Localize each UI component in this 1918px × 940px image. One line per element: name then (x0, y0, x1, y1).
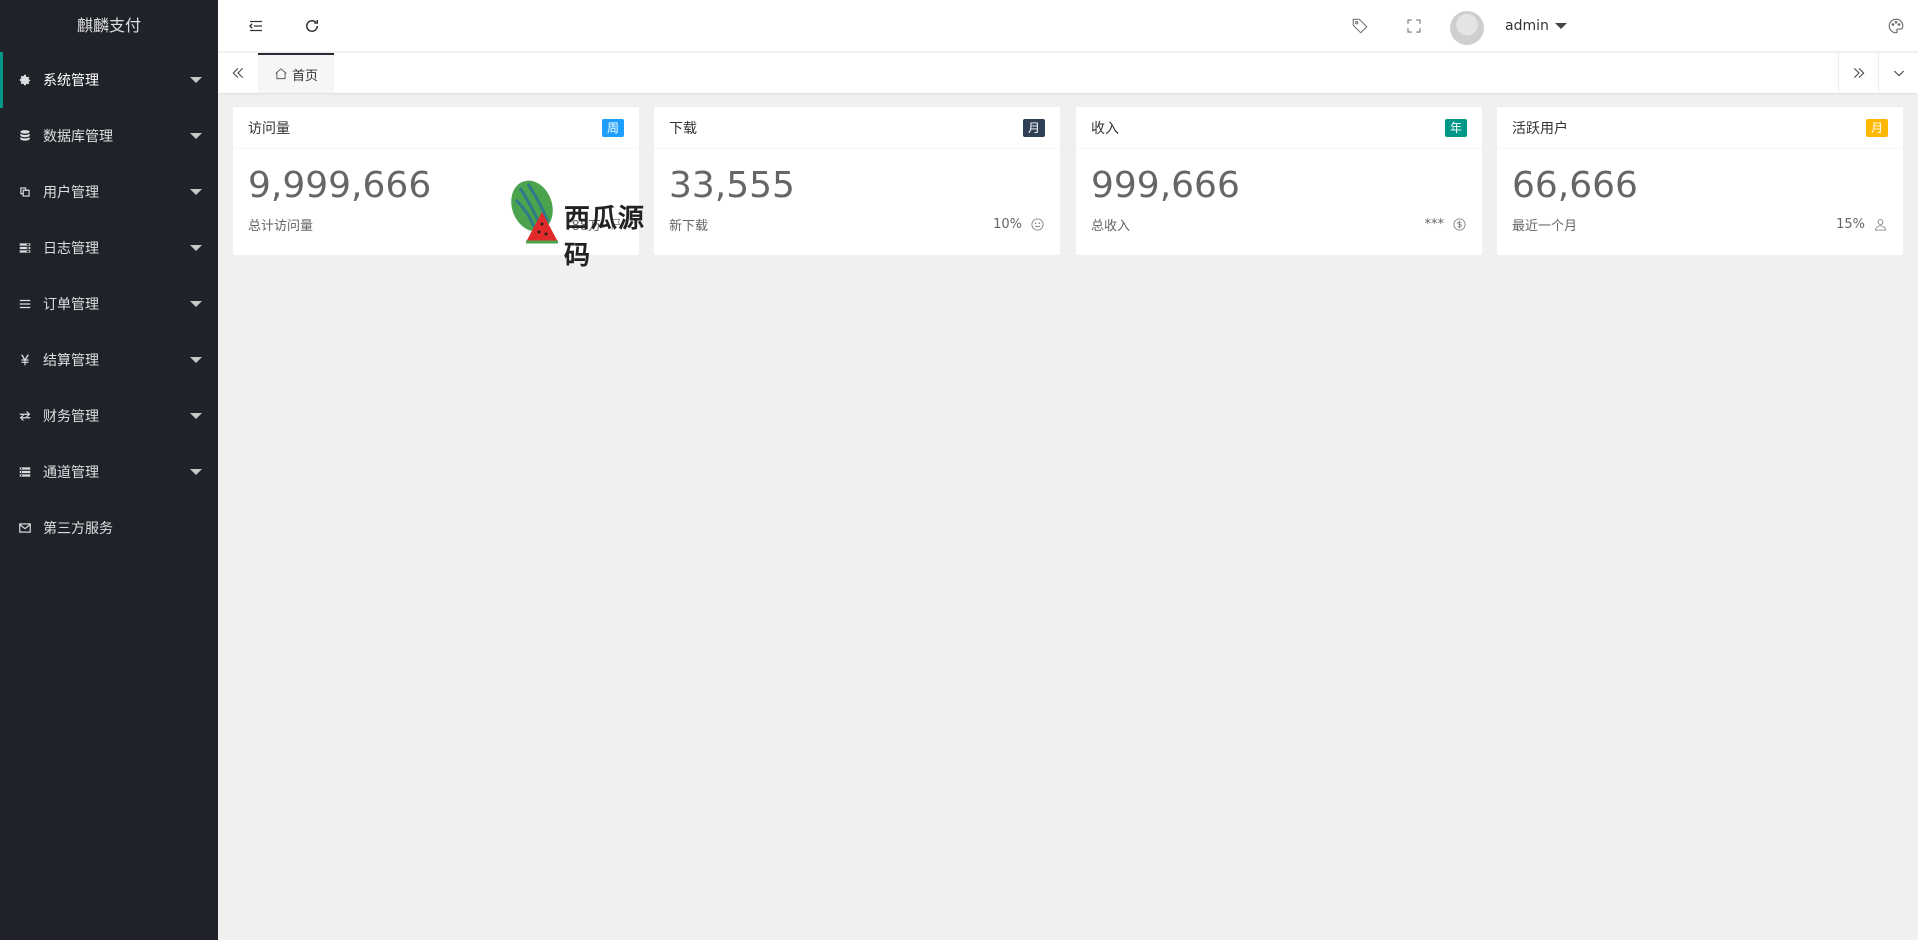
stat-sub-value: 15% (1836, 217, 1865, 232)
fullscreen-button[interactable] (1396, 0, 1432, 52)
period-badge: 周 (601, 118, 624, 137)
menu-fold-icon (249, 20, 262, 32)
theme-button[interactable] (1878, 0, 1914, 52)
user-doc-icon (17, 184, 33, 200)
sidebar-item-label: 订单管理 (43, 297, 99, 313)
tabs-scroll-left[interactable] (218, 53, 258, 93)
stat-label: 新下载 (669, 219, 709, 234)
sidebar: 麒麟支付 系统管理 数据库管理 用户管理 日志管理 订单管理 结算管理 财务管理… (0, 0, 218, 940)
caret-down-icon (190, 469, 202, 475)
sidebar-item-channels[interactable]: 通道管理 (0, 444, 218, 500)
log-icon (17, 240, 33, 256)
sidebar-item-label: 系统管理 (43, 73, 99, 89)
card-title: 下载 (669, 120, 697, 137)
home-icon (275, 68, 287, 80)
tag-button[interactable] (1342, 0, 1378, 52)
watermark: 西瓜源码 (506, 176, 656, 271)
sidebar-item-label: 用户管理 (43, 185, 99, 201)
caret-down-icon (190, 189, 202, 195)
app-root: 麒麟支付 系统管理 数据库管理 用户管理 日志管理 订单管理 结算管理 财务管理… (0, 0, 1918, 940)
tab-label: 首页 (292, 68, 319, 84)
stat-card-downloads: 下载 月 33,555 新下载 10% (654, 107, 1060, 255)
card-title: 访问量 (248, 120, 290, 137)
gear-icon (17, 72, 33, 88)
caret-down-icon (190, 301, 202, 307)
chevron-down-icon (1893, 70, 1904, 77)
sidebar-item-orders[interactable]: 订单管理 (0, 276, 218, 332)
card-title: 收入 (1091, 120, 1119, 137)
period-badge: 月 (1865, 118, 1888, 137)
sidebar-item-database[interactable]: 数据库管理 (0, 108, 218, 164)
user-icon (1875, 219, 1886, 231)
stat-sub-value: *** (1424, 217, 1445, 232)
list-icon (17, 296, 33, 312)
stat-value: 999,666 (1091, 165, 1240, 206)
user-menu[interactable]: admin (1505, 0, 1567, 52)
caret-down-icon (190, 133, 202, 139)
top-header: admin (218, 0, 1918, 52)
refresh-icon (306, 20, 318, 32)
stat-label: 总收入 (1091, 219, 1131, 234)
sidebar-item-logs[interactable]: 日志管理 (0, 220, 218, 276)
sidebar-item-label: 日志管理 (43, 241, 99, 257)
card-title: 活跃用户 (1512, 120, 1568, 137)
mail-icon (17, 520, 33, 536)
app-logo-title[interactable]: 麒麟支付 (0, 0, 218, 52)
channel-icon (17, 464, 33, 480)
refresh-button[interactable] (294, 0, 330, 52)
double-chevron-right-icon (1853, 67, 1864, 79)
sidebar-item-label: 结算管理 (43, 353, 99, 369)
fullscreen-icon (1407, 19, 1421, 33)
sidebar-item-finance[interactable]: 财务管理 (0, 388, 218, 444)
stat-card-income: 收入 年 999,666 总收入 *** (1076, 107, 1482, 255)
period-badge: 年 (1444, 118, 1467, 137)
tab-home[interactable]: 首页 (258, 53, 335, 93)
sidebar-item-users[interactable]: 用户管理 (0, 164, 218, 220)
sidebar-item-third-party[interactable]: 第三方服务 (0, 500, 218, 556)
stat-sub-value: 10% (993, 217, 1022, 232)
sidebar-item-label: 数据库管理 (43, 129, 113, 145)
sidebar-item-settlement[interactable]: 结算管理 (0, 332, 218, 388)
watermark-text: 西瓜源码 (564, 204, 646, 271)
sidebar-item-system[interactable]: 系统管理 (0, 52, 218, 108)
stat-label: 总计访问量 (248, 219, 314, 234)
double-chevron-left-icon (232, 67, 244, 79)
stat-value: 66,666 (1512, 165, 1638, 206)
stat-card-active-users: 活跃用户 月 66,666 最近一个月 15% (1497, 107, 1903, 255)
dollar-icon (1453, 218, 1466, 231)
yen-icon (17, 352, 33, 368)
sidebar-item-label: 通道管理 (43, 465, 99, 481)
stat-label: 最近一个月 (1512, 219, 1578, 234)
caret-down-icon (190, 357, 202, 363)
transfer-icon (17, 408, 33, 424)
period-badge: 月 (1022, 118, 1045, 137)
caret-down-icon (190, 77, 202, 83)
caret-down-icon (190, 413, 202, 419)
caret-down-icon (190, 245, 202, 251)
username: admin (1505, 18, 1549, 34)
avatar[interactable] (1450, 11, 1484, 45)
stat-value: 33,555 (669, 165, 795, 206)
tag-icon (1352, 18, 1368, 34)
smile-icon (1031, 218, 1044, 231)
sidebar-item-label: 第三方服务 (43, 521, 113, 537)
watermelon-logo-icon (511, 180, 558, 244)
tabs-bar: 首页 (218, 53, 1918, 93)
tabs-dropdown[interactable] (1878, 53, 1918, 93)
database-icon (17, 128, 33, 144)
theme-icon (1888, 18, 1904, 34)
menu-fold-button[interactable] (238, 0, 274, 52)
caret-down-icon (1554, 23, 1567, 29)
sidebar-item-label: 财务管理 (43, 409, 99, 425)
tabs-scroll-right[interactable] (1838, 53, 1878, 93)
